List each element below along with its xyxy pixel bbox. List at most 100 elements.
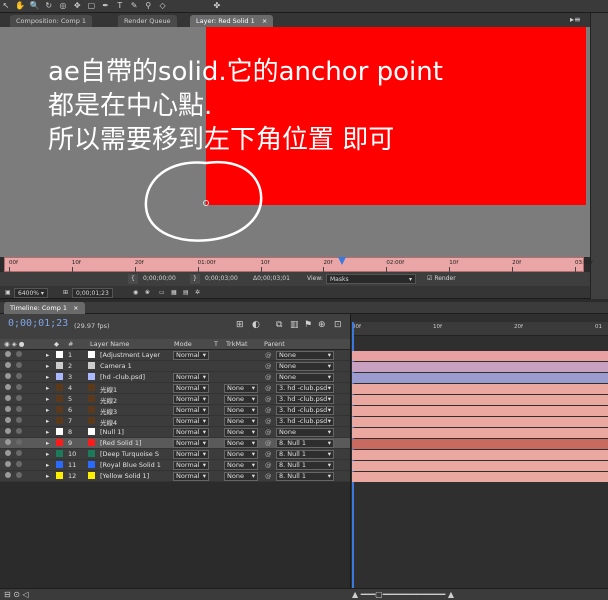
- expand-triangle-icon[interactable]: ▸: [46, 406, 49, 414]
- close-icon[interactable]: ×: [73, 304, 78, 312]
- mode-select[interactable]: Normal ▾: [173, 428, 209, 437]
- close-icon[interactable]: ×: [262, 17, 267, 25]
- layer-name[interactable]: [Royal Blue Solid 1: [100, 461, 161, 469]
- viewer-timecode[interactable]: 0;00;01;23: [72, 288, 113, 298]
- zoom-select[interactable]: 6400% ▾: [14, 288, 48, 298]
- expand-triangle-icon[interactable]: ▸: [46, 428, 49, 436]
- trkmat-select[interactable]: None ▾: [224, 428, 258, 437]
- channel-icon[interactable]: ❀: [142, 288, 153, 298]
- trkmat-select[interactable]: None ▾: [224, 384, 258, 393]
- audio-icon[interactable]: [16, 406, 22, 412]
- audio-icon[interactable]: [16, 373, 22, 379]
- layer-name[interactable]: [Yellow Solid 1]: [100, 472, 149, 480]
- label-color-swatch[interactable]: [56, 461, 63, 468]
- layer-row[interactable]: ▸ 12 [Yellow Solid 1] Normal ▾ None ▾ @8. Null …: [0, 471, 350, 482]
- tab-timeline[interactable]: Timeline: Comp 1 ×: [4, 302, 85, 314]
- parent-select[interactable]: None ▾: [276, 351, 334, 360]
- switches-toggle-icon[interactable]: ⊟ ⊙ ◁: [4, 590, 29, 599]
- label-color-swatch[interactable]: [56, 417, 63, 424]
- grid-icon[interactable]: ⊞: [60, 288, 71, 298]
- parent-select[interactable]: None ▾: [276, 362, 334, 371]
- layer-name[interactable]: [Null 1]: [100, 428, 124, 436]
- trkmat-select[interactable]: None ▾: [224, 439, 258, 448]
- trkmat-select[interactable]: None ▾: [224, 472, 258, 481]
- snapshot-icon[interactable]: ◉: [130, 288, 141, 298]
- selection-tool-icon[interactable]: ↖: [0, 0, 12, 12]
- eye-icon[interactable]: [5, 406, 11, 412]
- eye-icon[interactable]: [5, 450, 11, 456]
- audio-icon[interactable]: [16, 428, 22, 434]
- text-tool-icon[interactable]: T: [114, 0, 126, 12]
- zoom-tool-icon[interactable]: 🔍: [28, 0, 40, 12]
- expand-triangle-icon[interactable]: ▸: [46, 362, 49, 370]
- camera-tool-icon[interactable]: ◎: [57, 0, 69, 12]
- rotate-tool-icon[interactable]: ↻: [43, 0, 55, 12]
- parent-select[interactable]: 3. hd -club.psd ▾: [276, 417, 334, 426]
- label-color-swatch[interactable]: [56, 472, 63, 479]
- frame-blending-icon[interactable]: ▥: [290, 320, 299, 330]
- view-select[interactable]: Masks ▾: [326, 274, 416, 284]
- brush-tool-icon[interactable]: ✎: [128, 0, 140, 12]
- mode-select[interactable]: Normal ▾: [173, 472, 209, 481]
- expand-triangle-icon[interactable]: ▸: [46, 373, 49, 381]
- parent-select[interactable]: 8. Null 1 ▾: [276, 450, 334, 459]
- mode-select[interactable]: Normal ▾: [173, 417, 209, 426]
- audio-icon[interactable]: [16, 384, 22, 390]
- layer-row[interactable]: ▸ 5 光線2 Normal ▾ None ▾ @3. hd -club.psd ▾: [0, 394, 350, 405]
- pen-tool-icon[interactable]: ✒: [100, 0, 112, 12]
- layer-name[interactable]: [hd -club.psd]: [100, 373, 145, 381]
- layer-row[interactable]: ▸ 3 [hd -club.psd] Normal ▾ @ None ▾: [0, 372, 350, 383]
- layer-viewer[interactable]: ae自帶的solid.它的anchor point 都是在中心點. 所以需要移到…: [0, 27, 590, 257]
- parent-select[interactable]: 8. Null 1 ▾: [276, 472, 334, 481]
- label-color-swatch[interactable]: [56, 362, 63, 369]
- anchor-point-icon[interactable]: [203, 200, 209, 206]
- layer-row[interactable]: ▸ 9 [Red Solid 1] Normal ▾ None ▾ @8. Null 1 ▾: [0, 438, 350, 449]
- layer-row[interactable]: ▸ 11 [Royal Blue Solid 1 Normal ▾ None ▾ @8. Nu…: [0, 460, 350, 471]
- timeline-timecode[interactable]: 0;00;01;23: [8, 318, 68, 329]
- layer-duration-bar[interactable]: [352, 362, 608, 372]
- eye-icon[interactable]: [5, 384, 11, 390]
- layer-row[interactable]: ▸ 2 Camera 1 @ None ▾: [0, 361, 350, 372]
- audio-icon[interactable]: [16, 450, 22, 456]
- trkmat-select[interactable]: None ▾: [224, 417, 258, 426]
- layer-row[interactable]: ▸ 1 [Adjustment Layer Normal ▾ @ None ▾: [0, 350, 350, 361]
- trkmat-select[interactable]: None ▾: [224, 395, 258, 404]
- eye-icon[interactable]: [5, 373, 11, 379]
- transparency-grid-icon[interactable]: ▦: [168, 288, 180, 298]
- layer-name[interactable]: Camera 1: [100, 362, 132, 370]
- draft-3d-icon[interactable]: ◐: [252, 320, 260, 330]
- layer-duration-bar[interactable]: [352, 450, 608, 460]
- eye-icon[interactable]: [5, 395, 11, 401]
- layer-duration-bar[interactable]: [352, 351, 608, 361]
- audio-icon[interactable]: [16, 439, 22, 445]
- layer-name[interactable]: 光線1: [100, 384, 117, 394]
- layer-duration-bar[interactable]: [352, 373, 608, 383]
- expand-triangle-icon[interactable]: ▸: [46, 351, 49, 359]
- current-time-indicator-icon[interactable]: [338, 257, 346, 265]
- layer-row[interactable]: ▸ 8 [Null 1] Normal ▾ None ▾ @ None ▾: [0, 427, 350, 438]
- hide-shy-icon[interactable]: ⧉: [276, 320, 282, 330]
- label-color-swatch[interactable]: [56, 351, 63, 358]
- eye-icon[interactable]: [5, 417, 11, 423]
- label-color-swatch[interactable]: [56, 439, 63, 446]
- audio-icon[interactable]: [16, 417, 22, 423]
- expand-triangle-icon[interactable]: ▸: [46, 395, 49, 403]
- eraser-tool-icon[interactable]: ◇: [157, 0, 169, 12]
- trkmat-select[interactable]: None ▾: [224, 406, 258, 415]
- pickwhip-icon[interactable]: @: [265, 362, 272, 370]
- composition-mini-flowchart-icon[interactable]: ⊞: [236, 320, 244, 330]
- pickwhip-icon[interactable]: @: [265, 428, 272, 436]
- parent-select[interactable]: None ▾: [276, 373, 334, 382]
- eye-icon[interactable]: [5, 461, 11, 467]
- clone-tool-icon[interactable]: ⚲: [142, 0, 154, 12]
- set-in-icon[interactable]: {: [128, 274, 138, 284]
- layer-duration-bar[interactable]: [352, 428, 608, 438]
- audio-icon[interactable]: [16, 461, 22, 467]
- tab-layer[interactable]: Layer: Red Solid 1 ×: [190, 15, 274, 27]
- mode-select[interactable]: Normal ▾: [173, 450, 209, 459]
- motion-blur-icon[interactable]: ⚑: [304, 320, 312, 330]
- puppet-tool-icon[interactable]: ✤: [211, 0, 223, 12]
- parent-select[interactable]: 3. hd -club.psd ▾: [276, 395, 334, 404]
- pixel-aspect-icon[interactable]: ▤: [180, 288, 192, 298]
- eye-icon[interactable]: [5, 428, 11, 434]
